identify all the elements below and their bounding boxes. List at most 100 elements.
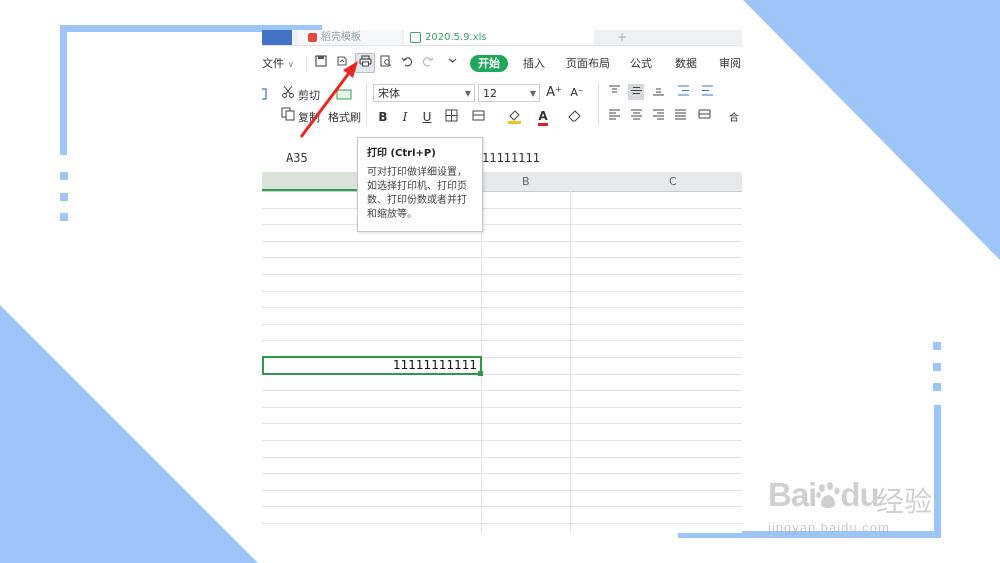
align-right-icon [652,109,664,120]
tooltip-line: 如选择打印机、打印页 [367,181,467,192]
cut-label[interactable]: 剪切 [298,87,320,103]
frame-dot [60,213,68,221]
formula-input[interactable]: 11111111 [482,151,540,165]
row-divider [262,506,742,507]
italic-button[interactable]: I [397,109,413,125]
align-bottom-button[interactable] [650,84,666,100]
copy-icon [281,107,295,121]
quick-access-dropdown[interactable] [443,54,461,72]
copy-button[interactable] [280,107,296,123]
grow-font-button[interactable]: A⁺ [546,85,562,101]
fill-handle[interactable] [478,371,483,376]
divider [598,82,599,126]
undo-icon [401,57,413,67]
paw-icon [816,482,840,508]
home-tab[interactable] [262,30,292,45]
column-header-c[interactable]: C [669,175,677,188]
row-divider [262,423,742,424]
indent-decrease-button[interactable] [675,84,691,100]
menu-file[interactable]: 文件 ∨ [262,56,294,73]
print-preview-icon [380,55,392,67]
shrink-font-button[interactable]: A⁻ [569,85,585,101]
print-button[interactable] [355,53,375,73]
align-center-button[interactable] [628,108,644,124]
align-bottom-icon [652,88,664,96]
fill-color-button[interactable] [506,109,522,125]
divider [306,56,307,72]
tab-review[interactable]: 审阅 [719,56,741,72]
indent-increase-button[interactable] [699,84,715,100]
underline-button[interactable]: U [419,109,435,125]
row-divider [262,291,742,292]
active-cell-value: 11111111111 [393,358,477,372]
paste-button[interactable] [262,86,270,102]
spreadsheet-window: 稻壳模板 2020.5.9.xls + 文件 ∨ 开始 插入 页面布局 公式 数… [262,30,742,533]
print-tooltip: 打印 (Ctrl+P) 可对打印做详细设置， 如选择打印机、打印页 数、打印份数… [357,137,483,232]
eraser-icon [568,110,581,122]
active-cell[interactable]: 11111111111 [262,356,483,376]
distributed-align-icon [698,109,710,119]
watermark-brand-b: du [840,476,879,513]
export-button[interactable] [333,54,351,72]
row-divider [262,324,742,325]
formula-bar: A35 11111111 [262,148,742,170]
undo-button[interactable] [398,54,416,72]
cut-button[interactable] [280,85,296,101]
tab-template[interactable]: 稻壳模板 [298,30,402,45]
tab-page-layout[interactable]: 页面布局 [566,56,610,72]
tooltip-line: 可对打印做详细设置， [367,167,467,178]
bold-button[interactable]: B [375,109,391,125]
template-icon [308,32,317,42]
distributed-button[interactable] [696,108,712,124]
outdent-icon [677,85,689,96]
align-right-button[interactable] [650,108,666,124]
menu-file-label: 文件 [262,57,284,70]
row-divider [262,224,742,225]
tab-start[interactable]: 开始 [470,55,508,72]
clear-format-button[interactable] [567,109,583,125]
align-middle-button[interactable] [628,84,644,100]
frame-dot [60,172,68,180]
copy-label[interactable]: 复制 [298,109,320,125]
watermark-url: jingyan.baidu.com [768,520,890,535]
redo-icon [422,57,434,67]
font-name-select[interactable]: 宋体 ▼ [373,84,475,102]
tab-template-label: 稻壳模板 [321,32,361,43]
tab-data[interactable]: 数据 [675,56,697,72]
frame-dot [933,363,941,371]
chevron-down-icon: ∨ [287,60,295,70]
column-header-row: B C [262,172,742,192]
font-name-value: 宋体 [378,87,400,100]
cell-style-button[interactable] [470,109,486,125]
font-size-select[interactable]: 12 ▼ [478,84,540,102]
save-button[interactable] [312,54,330,72]
tab-workbook[interactable]: 2020.5.9.xls [404,30,594,45]
baidu-jingyan-watermark: Bai du 经验 jingyan.baidu.com [768,458,958,538]
merge-label[interactable]: 合 [729,109,739,124]
row-divider [262,390,742,391]
format-painter-button[interactable] [336,88,352,104]
font-size-value: 12 [483,87,497,100]
row-divider [262,457,742,458]
align-left-button[interactable] [606,108,622,124]
print-preview-button[interactable] [377,54,395,72]
name-box[interactable]: A35 [286,151,308,165]
format-painter-label[interactable]: 格式刷 [328,109,361,125]
row-divider [262,473,742,474]
justify-button[interactable] [672,108,688,124]
border-button[interactable] [443,109,459,125]
tab-formula[interactable]: 公式 [630,56,652,72]
row-divider [262,208,742,209]
frame-dot [933,342,941,350]
font-color-button[interactable]: A [535,108,551,126]
column-header-b[interactable]: B [522,175,530,188]
row-divider [262,523,742,524]
tab-insert[interactable]: 插入 [523,56,545,72]
new-tab-button[interactable]: + [617,30,631,45]
row-divider [262,274,742,275]
align-top-button[interactable] [606,84,622,100]
row-divider [262,340,742,341]
align-top-icon [608,85,620,93]
paste-icon [262,88,267,100]
redo-button[interactable] [419,54,437,72]
